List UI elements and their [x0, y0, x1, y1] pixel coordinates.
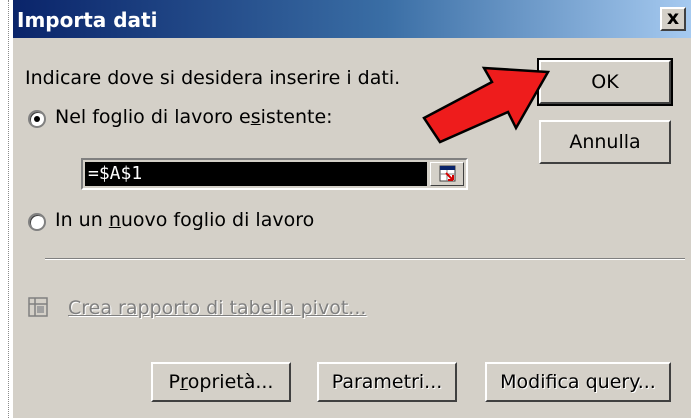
accelerator-key: s [250, 106, 261, 128]
create-pivot-link[interactable]: Crea rapporto di tabella pivot... [68, 297, 366, 319]
radio-new-sheet-label[interactable]: In un nuovo foglio di lavoro [55, 209, 314, 231]
close-button[interactable]: x [660, 7, 686, 31]
dialog-title: Importa dati [17, 8, 158, 32]
label-part: In un [55, 209, 109, 231]
prompt-label: Indicare dove si desidera inserire i dat… [25, 67, 401, 89]
parameters-button-label: Parametri... [331, 371, 443, 393]
close-icon: x [666, 7, 680, 29]
radio-existing-sheet[interactable] [28, 110, 46, 128]
label-part: oprietà... [187, 371, 274, 393]
label-part: Nel foglio di lavoro e [55, 106, 251, 128]
parameters-button[interactable]: Parametri... [317, 362, 457, 402]
pivot-table-icon [28, 297, 48, 317]
separator [45, 258, 685, 260]
cell-reference-field[interactable]: =$A$1 [81, 158, 468, 190]
import-data-dialog: Importa dati x Indicare dove si desidera… [13, 0, 691, 418]
ok-button-label: OK [591, 71, 619, 93]
range-selector-button[interactable] [430, 162, 464, 186]
edit-query-button[interactable]: Modifica query... [485, 362, 671, 402]
accelerator-key: r [179, 371, 188, 393]
radio-existing-sheet-label[interactable]: Nel foglio di lavoro esistente: [55, 106, 333, 128]
properties-button-label: Proprietà... [169, 364, 274, 400]
label-part: uovo foglio di lavoro [120, 209, 315, 231]
range-selector-icon [439, 165, 456, 182]
red-arrow [422, 66, 551, 144]
label-part: P [168, 371, 180, 393]
title-bar: Importa dati x [13, 0, 691, 38]
accelerator-key: n [108, 209, 121, 231]
label-part: istente: [260, 106, 333, 128]
cell-reference-input[interactable]: =$A$1 [85, 162, 427, 186]
radio-selected-dot [34, 116, 40, 122]
radio-new-sheet[interactable] [28, 213, 46, 231]
cancel-button-label: Annulla [569, 131, 641, 153]
background-sheet-edge [0, 0, 13, 418]
properties-button[interactable]: Proprietà... [151, 362, 291, 402]
edit-query-button-label: Modifica query... [500, 371, 656, 393]
